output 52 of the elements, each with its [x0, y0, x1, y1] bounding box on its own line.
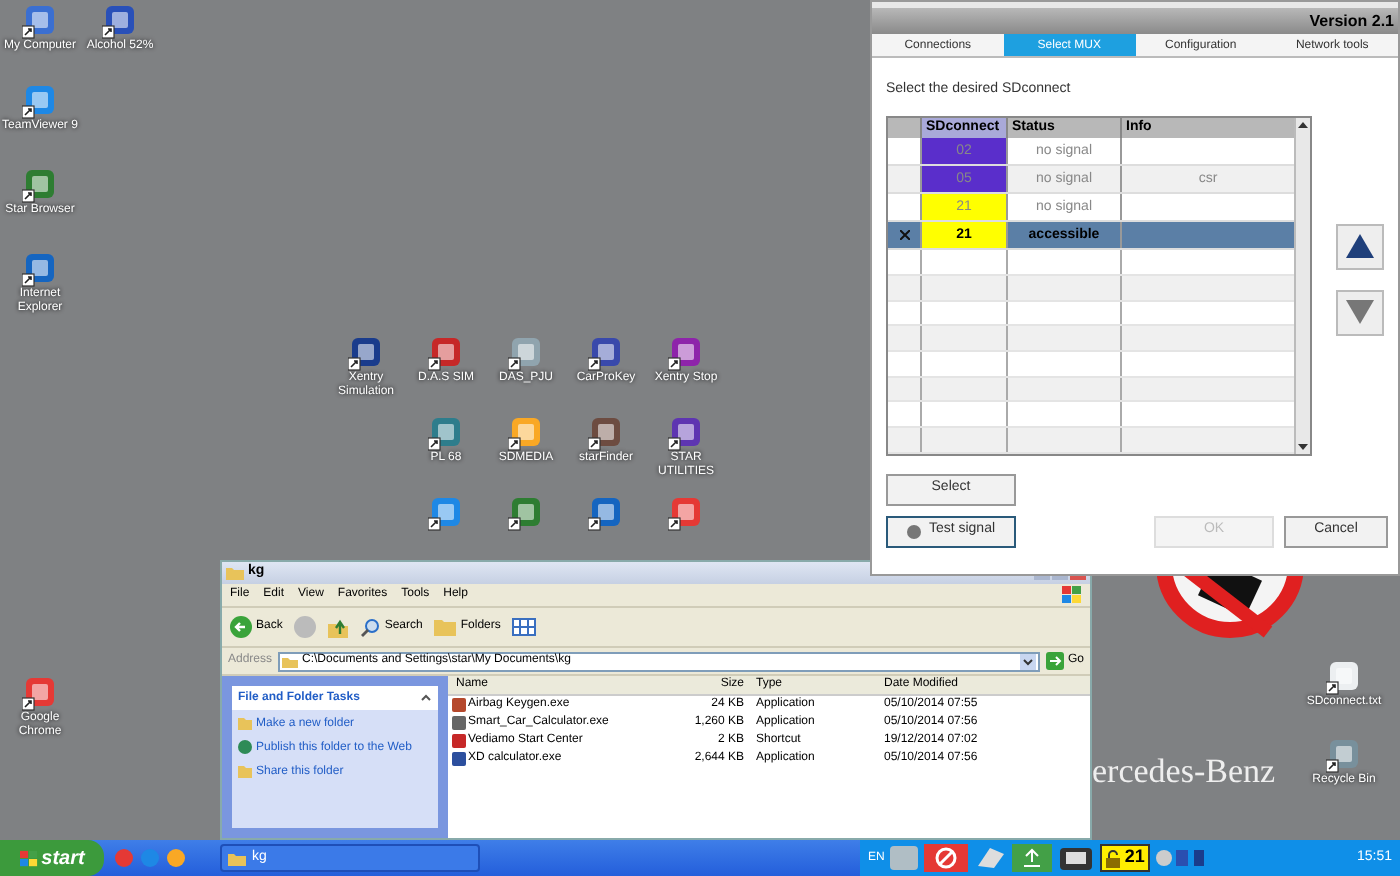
view-grid-icon[interactable]	[512, 618, 537, 636]
move-up-button[interactable]	[1336, 223, 1384, 269]
triangle-up-icon	[1346, 234, 1374, 258]
windows-logo-icon	[1062, 586, 1082, 604]
folder-icon	[226, 566, 244, 580]
program-icon	[668, 496, 704, 532]
program-icon	[588, 416, 624, 452]
program-icon	[1326, 660, 1362, 696]
program-icon	[428, 496, 464, 532]
program-icon	[588, 336, 624, 372]
program-icon	[668, 336, 704, 372]
program-icon	[348, 336, 384, 372]
program-icon	[1326, 738, 1362, 774]
program-icon	[508, 496, 544, 532]
triangle-down-icon	[1346, 300, 1374, 324]
padlock-icon	[1106, 849, 1121, 867]
program-icon	[102, 4, 138, 40]
program-icon	[428, 416, 464, 452]
program-icon	[668, 416, 704, 452]
dropdown-icon[interactable]	[1019, 653, 1036, 669]
folder-icon	[228, 851, 246, 865]
mux-badge[interactable]: 21	[1100, 844, 1151, 872]
folder-icon	[238, 764, 252, 778]
program-icon	[22, 4, 58, 40]
folder-icon	[238, 716, 252, 730]
program-icon	[22, 168, 58, 204]
search-icon	[360, 617, 381, 637]
up-folder-icon[interactable]	[328, 617, 349, 637]
device-icon[interactable]	[1058, 845, 1095, 871]
scrollbar[interactable]	[1294, 117, 1310, 453]
move-down-button[interactable]	[1336, 289, 1384, 335]
program-icon	[508, 336, 544, 372]
globe-icon	[238, 740, 252, 754]
back-arrow-icon	[230, 616, 252, 638]
program-icon	[22, 84, 58, 120]
scroll-down-icon[interactable]	[1296, 439, 1310, 453]
collapse-icon[interactable]	[420, 692, 432, 704]
folder-icon	[434, 618, 457, 636]
start-button[interactable]: start	[0, 840, 104, 876]
wallpaper-brand-text: ercedes-Benz	[1092, 750, 1276, 794]
folder-icon	[282, 655, 299, 667]
go-arrow-icon	[1045, 652, 1064, 670]
signal-icon	[906, 523, 923, 539]
program-icon	[22, 676, 58, 712]
windows-logo-icon	[19, 849, 38, 867]
program-icon	[508, 416, 544, 452]
program-icon	[428, 336, 464, 372]
program-icon	[588, 496, 624, 532]
program-icon	[22, 252, 58, 288]
prohibited-icon[interactable]	[924, 844, 969, 872]
version-label: Version 2.1	[1309, 9, 1394, 33]
scroll-up-icon[interactable]	[1296, 117, 1310, 131]
